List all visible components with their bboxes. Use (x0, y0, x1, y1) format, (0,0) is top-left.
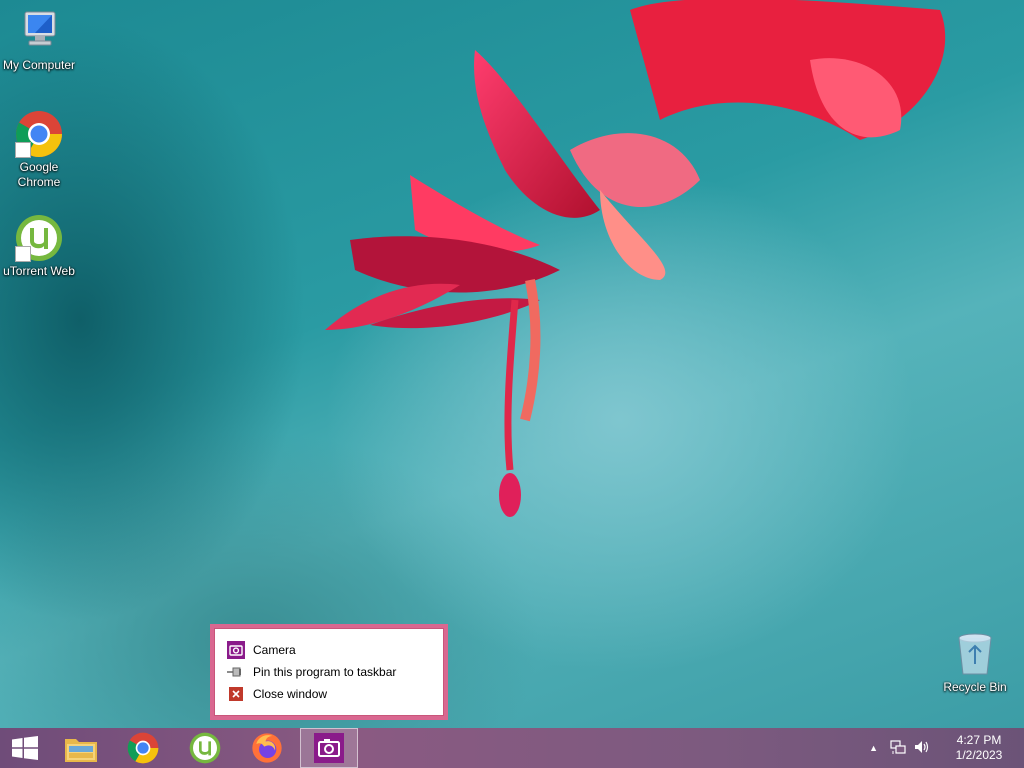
windows-start-icon (12, 736, 38, 760)
clock-date: 1/2/2023 (955, 748, 1003, 762)
menu-item-label: Close window (253, 687, 328, 701)
menu-item-pin-to-taskbar[interactable]: Pin this program to taskbar (215, 661, 443, 683)
taskbar-file-explorer-button[interactable] (52, 728, 110, 768)
desktop-icon-my-computer[interactable]: My Computer (0, 8, 78, 73)
clock-time: 4:27 PM (956, 733, 1002, 747)
close-icon (227, 685, 245, 703)
chrome-icon (15, 110, 63, 158)
file-explorer-icon (65, 739, 97, 762)
desktop-icon-label: uTorrent Web (3, 264, 75, 278)
menu-item-camera[interactable]: Camera (215, 639, 443, 661)
shortcut-arrow-icon (15, 246, 31, 262)
start-button[interactable] (0, 728, 50, 768)
volume-icon[interactable] (914, 739, 932, 758)
menu-item-label: Camera (253, 643, 296, 657)
camera-icon (314, 733, 344, 763)
taskbar: ▲ 4:27 PM 1/2/2023 (0, 728, 1024, 768)
shortcut-arrow-icon (15, 142, 31, 158)
taskbar-utorrent-button[interactable] (176, 728, 234, 768)
taskbar-clock[interactable]: 4:27 PM 1/2/2023 (946, 733, 1012, 763)
desktop-icon-utorrent-web[interactable]: uTorrent Web (0, 214, 78, 279)
network-icon[interactable] (890, 739, 906, 758)
menu-item-label: Pin this program to taskbar (253, 665, 397, 679)
desktop-icon-label: Google (19, 160, 59, 174)
taskbar-firefox-button[interactable] (238, 728, 296, 768)
system-tray: ▲ 4:27 PM 1/2/2023 (869, 728, 1024, 768)
computer-icon (15, 8, 63, 56)
taskbar-jump-list: Camera Pin this program to taskbar Close… (214, 628, 444, 716)
desktop: My Computer Google Chrome uTorrent Web R… (0, 0, 1024, 728)
desktop-icon-label: Recycle Bin (943, 680, 1007, 694)
chrome-icon (127, 732, 159, 764)
utorrent-icon (15, 214, 63, 262)
show-hidden-icons-arrow-icon[interactable]: ▲ (869, 743, 878, 753)
recycle-bin-icon (951, 630, 999, 678)
taskbar-camera-button[interactable] (300, 728, 358, 768)
taskbar-chrome-button[interactable] (114, 728, 172, 768)
menu-item-close-window[interactable]: Close window (215, 683, 443, 705)
wallpaper-flower (325, 0, 946, 517)
camera-icon (227, 641, 245, 659)
firefox-icon (252, 733, 282, 763)
desktop-icon-google-chrome[interactable]: Google Chrome (0, 110, 78, 190)
desktop-icon-recycle-bin[interactable]: Recycle Bin (936, 630, 1014, 695)
desktop-icon-label: Chrome (17, 175, 61, 189)
pin-icon (227, 663, 245, 681)
utorrent-icon (189, 732, 221, 764)
desktop-icon-label: My Computer (2, 58, 76, 72)
